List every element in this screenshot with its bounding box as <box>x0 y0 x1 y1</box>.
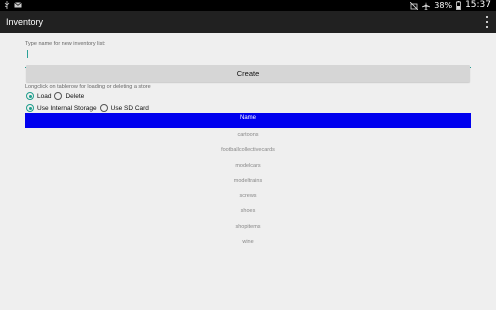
table-row[interactable]: screws <box>25 189 471 204</box>
status-bar: 38% 15:37 <box>0 0 496 11</box>
overflow-menu-icon[interactable] <box>484 16 490 28</box>
load-radio[interactable] <box>26 92 34 100</box>
clock: 15:37 <box>465 0 491 10</box>
table-row[interactable]: wine <box>25 235 471 250</box>
internal-storage-label: Use Internal Storage <box>37 104 97 112</box>
internal-storage-radio[interactable] <box>26 104 34 112</box>
app-title: Inventory <box>6 17 44 27</box>
battery-icon <box>456 1 461 10</box>
sd-card-label: Use SD Card <box>110 104 149 112</box>
mail-icon <box>14 2 22 8</box>
delete-option[interactable]: Delete <box>54 92 84 100</box>
delete-radio[interactable] <box>54 92 63 100</box>
load-label: Load <box>37 92 52 100</box>
storage-mode-group: Use Internal Storage Use SD Card <box>26 104 152 112</box>
load-option[interactable]: Load <box>26 92 51 100</box>
action-mode-group: Load Delete <box>26 92 87 100</box>
sd-card-radio[interactable] <box>99 104 108 112</box>
create-button[interactable]: Create <box>26 65 470 82</box>
inventory-name-field-wrapper <box>25 47 471 68</box>
table-row[interactable]: modelcars <box>25 159 471 174</box>
text-cursor <box>27 50 28 58</box>
longclick-hint-label: Longclick on tablerow for loading or del… <box>25 84 151 90</box>
table-header-name: Name <box>25 113 471 128</box>
table-row[interactable]: shoes <box>25 204 471 219</box>
airplane-icon <box>422 1 431 10</box>
table-row[interactable]: footballcollectivecards <box>25 143 471 158</box>
battery-level: 38% <box>434 1 453 10</box>
mute-icon <box>410 1 419 10</box>
table-row[interactable]: shopitems <box>25 220 471 235</box>
table-row[interactable]: cartoons <box>25 128 471 143</box>
sd-card-option[interactable]: Use SD Card <box>99 104 149 112</box>
delete-label: Delete <box>65 92 85 100</box>
app-bar: Inventory <box>0 11 496 33</box>
usb-icon <box>4 1 10 9</box>
internal-storage-option[interactable]: Use Internal Storage <box>26 104 97 112</box>
table-row[interactable]: modeltrains <box>25 174 471 189</box>
inventory-table: cartoons footballcollectivecards modelca… <box>25 128 471 250</box>
